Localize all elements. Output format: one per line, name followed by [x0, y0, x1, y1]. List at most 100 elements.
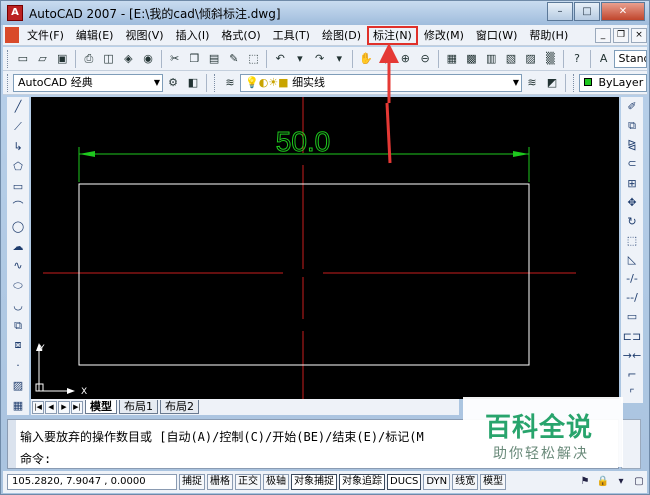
mirror-icon[interactable]: ⧎ — [623, 136, 641, 153]
toolbar-grip[interactable] — [7, 73, 10, 92]
stretch-icon[interactable]: ◺ — [623, 251, 641, 268]
otrack-toggle[interactable]: 对象追踪 — [339, 474, 385, 490]
dimension-text[interactable]: 50.0 — [275, 126, 331, 158]
osnap-toggle[interactable]: 对象捕捉 — [291, 474, 337, 490]
toolbar-grip[interactable] — [573, 73, 576, 92]
pan-icon[interactable]: ✋ — [357, 50, 375, 68]
menu-file[interactable]: 文件(F) — [21, 26, 70, 45]
menu-help[interactable]: 帮助(H) — [523, 26, 574, 45]
offset-icon[interactable]: ⊂ — [623, 155, 641, 172]
menu-format[interactable]: 格式(O) — [215, 26, 266, 45]
tool-palettes-icon[interactable]: ▥ — [482, 50, 500, 68]
maximize-button[interactable]: □ — [574, 2, 600, 21]
menu-edit[interactable]: 编辑(E) — [70, 26, 120, 45]
command-prompt[interactable]: 命令: — [20, 450, 51, 467]
menu-window[interactable]: 窗口(W) — [470, 26, 523, 45]
doc-minimize-button[interactable]: _ — [595, 27, 611, 43]
scale-icon[interactable]: ⬚ — [623, 232, 641, 249]
polar-toggle[interactable]: 极轴 — [263, 474, 289, 490]
move-icon[interactable]: ✥ — [623, 194, 641, 211]
copy-object-icon[interactable]: ⧉ — [623, 117, 641, 134]
3d-dwf-icon[interactable]: ◉ — [139, 50, 157, 68]
close-button[interactable]: ✕ — [601, 2, 645, 21]
tab-first-icon[interactable]: |◀ — [32, 400, 44, 414]
fillet-icon[interactable]: ⌜ — [623, 385, 641, 402]
join-icon[interactable]: →← — [623, 347, 641, 364]
ortho-toggle[interactable]: 正交 — [235, 474, 261, 490]
tab-prev-icon[interactable]: ◀ — [45, 400, 57, 414]
menu-modify[interactable]: 修改(M) — [418, 26, 470, 45]
undo-dropdown-icon[interactable]: ▾ — [291, 50, 309, 68]
revision-cloud-icon[interactable]: ☁ — [9, 237, 27, 255]
workspace-select[interactable]: AutoCAD 经典 ▼ — [13, 73, 163, 92]
menu-insert[interactable]: 插入(I) — [170, 26, 216, 45]
clean-screen-icon[interactable]: ▢ — [631, 474, 647, 490]
layer-previous-icon[interactable]: ◩ — [543, 74, 561, 92]
hatch-icon[interactable]: ▨ — [9, 376, 27, 394]
minimize-button[interactable]: – — [547, 2, 573, 21]
chamfer-icon[interactable]: ⌐ — [623, 366, 641, 383]
lock-icon[interactable]: 🔒 — [595, 474, 611, 490]
ducs-toggle[interactable]: DUCS — [387, 474, 422, 490]
save-icon[interactable]: ▣ — [53, 50, 71, 68]
circle-icon[interactable]: ◯ — [9, 217, 27, 235]
tab-next-icon[interactable]: ▶ — [58, 400, 70, 414]
help-icon[interactable]: ? — [568, 50, 586, 68]
properties-icon[interactable]: ▦ — [443, 50, 461, 68]
tab-model[interactable]: 模型 — [85, 400, 117, 414]
print-icon[interactable]: ⎙ — [80, 50, 98, 68]
communication-center-icon[interactable]: ⚑ — [577, 474, 593, 490]
model-toggle[interactable]: 模型 — [480, 474, 507, 490]
autocad-app-icon[interactable]: A — [7, 5, 23, 21]
cut-icon[interactable]: ✂ — [166, 50, 184, 68]
break-at-point-icon[interactable]: ▭ — [623, 308, 641, 325]
workspace-settings-icon[interactable]: ⚙ — [164, 74, 182, 92]
text-style-icon[interactable]: A — [595, 50, 613, 68]
ellipse-icon[interactable]: ⬭ — [9, 277, 27, 295]
line-icon[interactable]: ╱ — [9, 98, 27, 116]
tab-layout2[interactable]: 布局2 — [160, 400, 199, 414]
redo-icon[interactable]: ↷ — [311, 50, 329, 68]
array-icon[interactable]: ⊞ — [623, 175, 641, 192]
menu-draw[interactable]: 绘图(D) — [316, 26, 367, 45]
menu-tools[interactable]: 工具(T) — [267, 26, 316, 45]
point-icon[interactable]: · — [9, 356, 27, 374]
trim-icon[interactable]: -/- — [623, 270, 641, 287]
tab-layout1[interactable]: 布局1 — [119, 400, 158, 414]
command-window-grip[interactable] — [8, 420, 16, 468]
dyn-toggle[interactable]: DYN — [423, 474, 451, 490]
menu-view[interactable]: 视图(V) — [119, 26, 169, 45]
print-preview-icon[interactable]: ◫ — [100, 50, 118, 68]
extend-icon[interactable]: --/ — [623, 289, 641, 306]
insert-block-icon[interactable]: ⧉ — [9, 317, 27, 335]
design-center-icon[interactable]: ▩ — [463, 50, 481, 68]
grid-toggle[interactable]: 栅格 — [207, 474, 233, 490]
status-menu-icon[interactable]: ▾ — [613, 474, 629, 490]
text-style-combo[interactable]: Stand — [613, 49, 648, 68]
polygon-icon[interactable]: ⬠ — [9, 158, 27, 176]
doc-close-button[interactable]: × — [631, 27, 647, 43]
arc-icon[interactable]: ⌒ — [9, 197, 27, 215]
paste-icon[interactable]: ▤ — [205, 50, 223, 68]
rectangle-icon[interactable]: ▭ — [9, 178, 27, 196]
command-scrollbar[interactable] — [621, 419, 641, 469]
spline-icon[interactable]: ∿ — [9, 257, 27, 275]
new-file-icon[interactable]: ▭ — [14, 50, 32, 68]
layer-manager-icon[interactable]: ≋ — [221, 74, 239, 92]
rotate-icon[interactable]: ↻ — [623, 213, 641, 230]
ellipse-arc-icon[interactable]: ◡ — [9, 297, 27, 315]
make-block-icon[interactable]: ⧈ — [9, 337, 27, 355]
break-icon[interactable]: ⊏⊐ — [623, 328, 641, 345]
publish-icon[interactable]: ◈ — [119, 50, 137, 68]
menu-dimension[interactable]: 标注(N) — [367, 25, 418, 45]
construction-line-icon[interactable]: ⟋ — [9, 118, 27, 136]
open-file-icon[interactable]: ▱ — [34, 50, 52, 68]
copy-icon[interactable]: ❐ — [186, 50, 204, 68]
toolbar-grip[interactable] — [7, 49, 10, 68]
coordinate-display[interactable]: 105.2820, 7.9047 , 0.0000 — [7, 474, 177, 490]
doc-restore-button[interactable]: ❐ — [613, 27, 629, 43]
block-editor-icon[interactable]: ⬚ — [245, 50, 263, 68]
tab-last-icon[interactable]: ▶| — [71, 400, 83, 414]
toolbar-grip[interactable] — [214, 73, 217, 92]
color-select[interactable]: ByLayer — [579, 73, 647, 92]
